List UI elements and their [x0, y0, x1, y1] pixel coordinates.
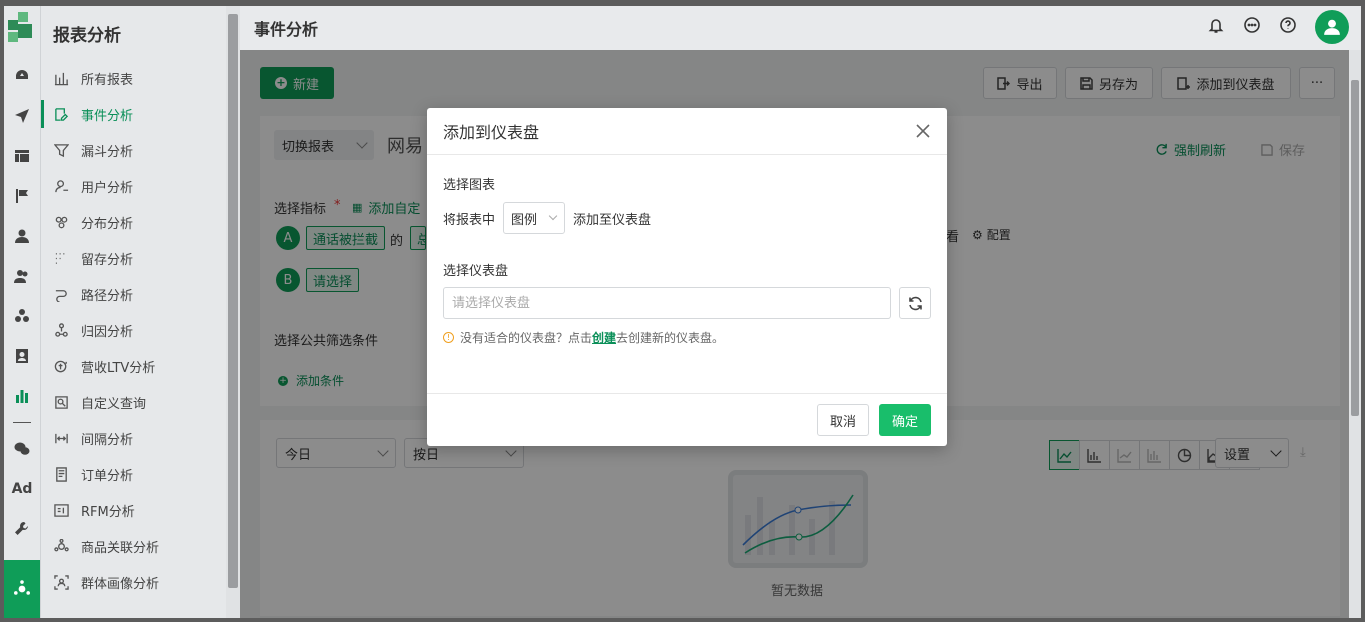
sidebar-item-interval[interactable]: 间隔分析	[41, 420, 226, 456]
sidebar-item-order[interactable]: 订单分析	[41, 456, 226, 492]
wrench-icon[interactable]	[4, 509, 40, 549]
icon-rail: Ad	[4, 6, 40, 618]
no-dashboard-hint: ! 没有适合的仪表盘？点击创建去创建新的仪表盘。	[443, 329, 724, 346]
sidebar-item-label: 用户分析	[81, 180, 134, 196]
app-window: Ad 报表分析 所有报表 事件分析 漏斗分析 用户分析 分布分析 留存分析 路径分析 归因分析…	[0, 0, 1365, 622]
sidebar-item-label: 事件分析	[81, 108, 134, 124]
attribution-icon	[53, 322, 69, 338]
retention-icon	[53, 250, 69, 266]
sidebar-item-user[interactable]: 用户分析	[41, 168, 226, 204]
report-icon[interactable]	[4, 376, 40, 416]
sidebar-item-label: 群体画像分析	[81, 576, 160, 592]
sidebar-item-label: 订单分析	[81, 468, 134, 484]
user-icon	[53, 178, 69, 194]
sidebar-item-label: 自定义查询	[81, 396, 147, 412]
order-icon	[53, 466, 69, 482]
persona-icon	[53, 574, 69, 590]
sidebar-item-path[interactable]: 路径分析	[41, 276, 226, 312]
dialog-header: 添加到仪表盘	[427, 108, 947, 155]
product-link-icon	[53, 538, 69, 554]
funnel-icon	[53, 142, 69, 158]
sidebar-item-funnel[interactable]: 漏斗分析	[41, 132, 226, 168]
sidebar-item-label: 路径分析	[81, 288, 134, 304]
sidebar-item-product-link[interactable]: 商品关联分析	[41, 528, 226, 564]
sidebar-item-attribution[interactable]: 归因分析	[41, 312, 226, 348]
message-icon[interactable]	[1243, 16, 1261, 38]
flag-icon[interactable]	[4, 176, 40, 216]
sidebar-item-edit[interactable]: 事件分析	[41, 96, 226, 132]
send-icon[interactable]	[4, 96, 40, 136]
refresh-icon	[908, 296, 922, 310]
sidebar-item-revenue[interactable]: 营收LTV分析	[41, 348, 226, 384]
distribution-icon	[53, 214, 69, 230]
main-scrollbar[interactable]	[1349, 50, 1361, 618]
rail-divider	[13, 422, 31, 423]
warning-icon: !	[443, 332, 454, 343]
refresh-dashboards-button[interactable]	[899, 287, 931, 319]
sidebar-item-label: 商品关联分析	[81, 540, 160, 556]
sidebar-scrollbar[interactable]	[226, 6, 240, 618]
dialog-title: 添加到仪表盘	[443, 123, 540, 142]
sidebar-item-label: RFM分析	[81, 504, 135, 520]
analytics-hub-icon[interactable]	[4, 560, 40, 618]
wechat-icon[interactable]	[4, 429, 40, 469]
dashboard-icon[interactable]	[4, 56, 40, 96]
person-icon[interactable]	[4, 216, 40, 256]
chevron-down-icon	[548, 211, 558, 221]
sidebar-item-label: 归因分析	[81, 324, 134, 340]
path-icon	[53, 286, 69, 302]
bar-chart-icon	[53, 70, 69, 86]
create-dashboard-link[interactable]: 创建	[592, 331, 616, 345]
sidebar-item-label: 间隔分析	[81, 432, 134, 448]
sidebar-item-bar-chart[interactable]: 所有报表	[41, 60, 226, 96]
nav-title: 报表分析	[53, 25, 121, 46]
confirm-button[interactable]: 确定	[879, 404, 931, 436]
app-logo	[4, 6, 40, 56]
interval-icon	[53, 430, 69, 446]
page-title: 事件分析	[254, 20, 319, 39]
cluster-icon[interactable]	[4, 296, 40, 336]
ad-icon[interactable]: Ad	[4, 469, 40, 509]
sidebar-nav: 报表分析 所有报表事件分析漏斗分析用户分析分布分析留存分析路径分析归因分析营收L…	[40, 6, 226, 618]
sidebar-item-rfm[interactable]: RFM分析	[41, 492, 226, 528]
bell-icon[interactable]	[1207, 16, 1225, 38]
chart-select[interactable]: 图例	[503, 202, 566, 234]
top-bar: 事件分析	[240, 6, 1361, 50]
select-chart-label: 选择图表	[443, 178, 496, 193]
sidebar-item-distribution[interactable]: 分布分析	[41, 204, 226, 240]
cancel-button[interactable]: 取消	[817, 404, 869, 436]
nav-list: 所有报表事件分析漏斗分析用户分析分布分析留存分析路径分析归因分析营收LTV分析自…	[41, 60, 226, 600]
sidebar-item-label: 分布分析	[81, 216, 134, 232]
group-icon[interactable]	[4, 256, 40, 296]
sidebar-item-persona[interactable]: 群体画像分析	[41, 564, 226, 600]
rfm-icon	[53, 502, 69, 518]
dashboard-select-input[interactable]	[443, 287, 891, 319]
help-icon[interactable]	[1279, 16, 1297, 38]
close-icon[interactable]	[915, 123, 931, 139]
chart-select-row: 将报表中 图例 添加至仪表盘	[443, 202, 651, 234]
sidebar-item-label: 留存分析	[81, 252, 134, 268]
sidebar-item-retention[interactable]: 留存分析	[41, 240, 226, 276]
sidebar-item-label: 所有报表	[81, 72, 134, 88]
sidebar-item-query[interactable]: 自定义查询	[41, 384, 226, 420]
dialog-footer: 取消 确定	[427, 393, 947, 446]
select-dashboard-label: 选择仪表盘	[443, 264, 509, 279]
avatar[interactable]	[1315, 10, 1349, 44]
edit-icon	[53, 106, 69, 122]
revenue-icon	[53, 358, 69, 374]
layout-icon[interactable]	[4, 136, 40, 176]
contact-icon[interactable]	[4, 336, 40, 376]
sidebar-item-label: 营收LTV分析	[81, 360, 156, 376]
add-to-dashboard-dialog: 添加到仪表盘 选择图表 将报表中 图例 添加至仪表盘 选择仪表盘 ! 没有适合的…	[427, 108, 947, 446]
sidebar-item-label: 漏斗分析	[81, 144, 134, 160]
query-icon	[53, 394, 69, 410]
